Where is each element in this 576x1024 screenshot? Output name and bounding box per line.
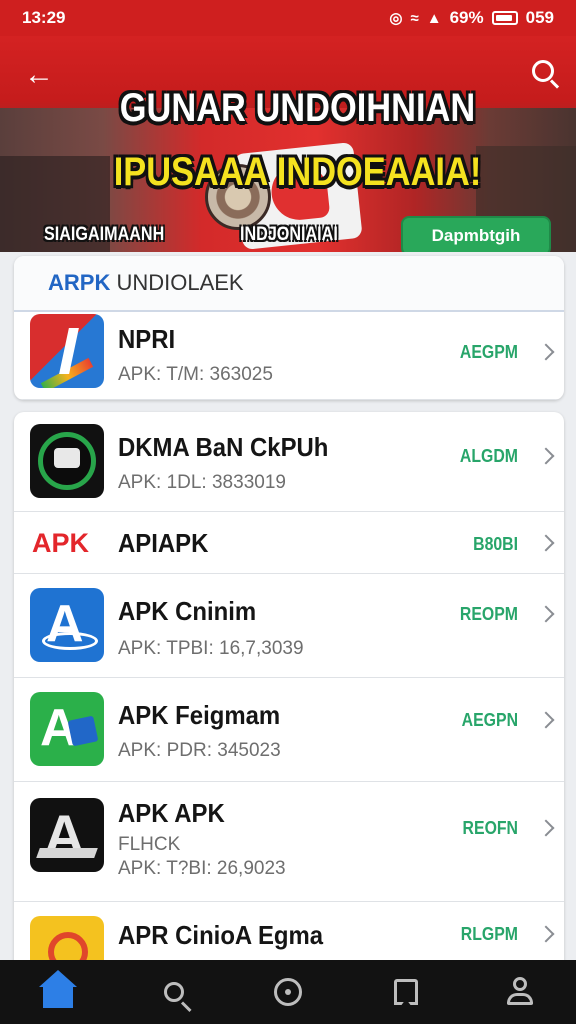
nav-home[interactable] <box>39 970 77 1010</box>
nfc-icon: ◎ <box>389 10 403 27</box>
app-name: APIAPK <box>118 528 209 558</box>
hero-subtitle: IPUSAAA INDOEAAIA! <box>113 150 482 194</box>
signal-icon: ▲ <box>426 9 442 27</box>
app-list: DKMA BaN CkPUh APK: 1DL: 3833019 ALGDM A… <box>14 412 564 972</box>
home-icon <box>39 970 77 1008</box>
app-row-featured[interactable]: NPRI APK: T/M: 363025 AEGPM <box>14 312 564 400</box>
list-item[interactable]: APK APK FLHCK APK: T?BI: 26,9023 REOFN <box>14 782 564 902</box>
list-item[interactable]: APK APIAPK B80BI <box>14 512 564 574</box>
list-item[interactable]: APK Feigmam APK: PDR: 345023 AEGPN <box>14 678 564 782</box>
section-header-accent: ARPK <box>48 270 111 295</box>
app-name: APK Cninim <box>118 596 257 626</box>
bottom-navigation <box>0 960 576 1024</box>
app-meta: FLHCK <box>118 834 181 855</box>
list-item[interactable]: DKMA BaN CkPUh APK: 1DL: 3833019 ALGDM <box>14 412 564 512</box>
app-name: DKMA BaN CkPUh <box>118 432 329 462</box>
app-action-label[interactable]: B80BI <box>473 534 518 555</box>
app-name: APK APK <box>118 798 225 828</box>
chevron-right-icon[interactable] <box>537 819 555 837</box>
chevron-right-icon[interactable] <box>537 534 555 552</box>
chevron-right-icon[interactable] <box>537 605 555 623</box>
nav-library[interactable] <box>388 974 424 1010</box>
apk-text-icon: APK <box>32 528 90 558</box>
app-action-label[interactable]: RLGPM <box>461 924 518 945</box>
status-time: 13:29 <box>22 8 66 27</box>
battery-percent: 69% <box>449 8 484 27</box>
hero-banner[interactable]: GUNAR UNDOIHNIAN IPUSAAA INDOEAAIA! SIAI… <box>0 36 576 252</box>
app-action-label[interactable]: REOPM <box>460 604 518 625</box>
discover-icon <box>274 978 302 1006</box>
status-icons: ◎ ≈ ▲ 69% 059 <box>389 8 554 28</box>
search-icon[interactable] <box>532 60 554 82</box>
status-bar: 13:29 ◎ ≈ ▲ 69% 059 <box>0 0 576 36</box>
search-icon <box>164 982 184 1002</box>
hero-tag-left: SIAIGAIMAANH <box>44 224 165 245</box>
battery-icon <box>491 11 518 25</box>
section-card: ARPK UNDIOLAEK NPRI APK: T/M: 363025 AEG… <box>14 256 564 400</box>
dkma-app-icon <box>30 424 104 498</box>
chevron-right-icon[interactable] <box>537 925 555 943</box>
app-meta: APK: TPBI: 16,7,3039 <box>118 638 304 659</box>
chevron-right-icon[interactable] <box>537 447 555 465</box>
hero-cta-button[interactable]: Dapmbtgih <box>401 216 551 252</box>
section-header-text: UNDIOLAEK <box>110 270 244 295</box>
app-meta-secondary: APK: T?BI: 26,9023 <box>118 858 286 879</box>
nav-search[interactable] <box>156 974 192 1010</box>
hero-tag-right: INDJONIAIAI <box>240 224 338 245</box>
chrome-app-icon <box>30 588 104 662</box>
apk-app-icon <box>30 798 104 872</box>
nav-discover[interactable] <box>270 974 306 1010</box>
chevron-right-icon[interactable] <box>537 711 555 729</box>
feigmam-app-icon <box>30 692 104 766</box>
app-action-label[interactable]: ALGDM <box>460 446 518 467</box>
hero-title: GUNAR UNDOIHNIAN <box>119 86 476 130</box>
app-name: NPRI <box>118 324 176 354</box>
section-header: ARPK UNDIOLAEK <box>14 256 564 312</box>
app-meta: APK: T/M: 363025 <box>118 364 273 385</box>
list-item[interactable]: APK Cninim APK: TPBI: 16,7,3039 REOPM <box>14 574 564 678</box>
app-meta: APK: 1DL: 3833019 <box>118 472 286 493</box>
app-action-label[interactable]: AEGPN <box>462 710 518 731</box>
app-meta: APK: PDR: 345023 <box>118 740 281 761</box>
npr-app-icon <box>30 314 104 388</box>
app-name: APR CinioA Egma <box>118 920 324 950</box>
app-action-label[interactable]: REOFN <box>463 818 518 839</box>
nav-profile[interactable] <box>502 974 538 1010</box>
status-right-time: 059 <box>525 8 554 27</box>
wifi-icon: ≈ <box>410 9 419 27</box>
app-name: APK Feigmam <box>118 700 281 730</box>
library-icon <box>394 979 418 1007</box>
back-arrow-icon[interactable]: ← <box>24 58 54 92</box>
chevron-right-icon[interactable] <box>537 343 555 361</box>
profile-icon <box>505 977 535 1007</box>
app-action-label[interactable]: AEGPM <box>460 342 518 363</box>
